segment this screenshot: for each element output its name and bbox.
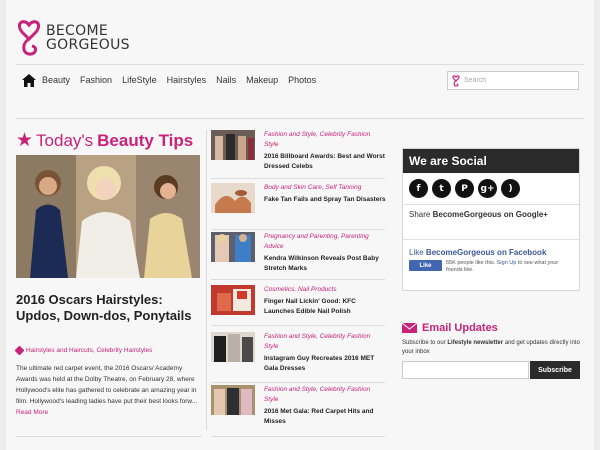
search-box[interactable] bbox=[447, 71, 579, 90]
nav-item-fashion[interactable]: Fashion bbox=[80, 75, 112, 85]
email-description: Subscribe to our Lifestyle newsletter an… bbox=[402, 339, 582, 357]
featured-tags[interactable]: Hairstyles and Haircuts, Celebrity Hairs… bbox=[14, 345, 152, 356]
facebook-like-count: 55K people like this. Sign Up to see wha… bbox=[446, 260, 571, 274]
facebook-like-row: Like 55K people like this. Sign Up to se… bbox=[403, 257, 579, 274]
article-categories[interactable]: Fashion and Style, Celebrity Fashion Sty… bbox=[264, 385, 386, 405]
beauty-tips-heading: ★ Today's Beauty Tips bbox=[16, 131, 193, 151]
nav-divider-top bbox=[16, 64, 584, 65]
article-categories[interactable]: Cosmetics, Nail Products bbox=[264, 285, 386, 295]
article-thumbnail[interactable] bbox=[211, 130, 255, 160]
left-column-divider bbox=[16, 436, 202, 437]
fb-like-prefix: Like bbox=[409, 248, 424, 257]
pinterest-icon[interactable]: P bbox=[455, 179, 474, 198]
nav-item-lifestyle[interactable]: LifeStyle bbox=[122, 75, 157, 85]
envelope-icon bbox=[402, 323, 417, 333]
list-item[interactable]: Body and Skin Care, Self Tanning Fake Ta… bbox=[211, 183, 386, 231]
article-categories[interactable]: Body and Skin Care, Self Tanning bbox=[264, 183, 386, 193]
fb-like-target[interactable]: BecomeGorgeous on Facebook bbox=[426, 248, 546, 257]
article-thumbnail[interactable] bbox=[211, 385, 255, 415]
nav-item-makeup[interactable]: Makeup bbox=[246, 75, 278, 85]
featured-image[interactable] bbox=[16, 155, 200, 278]
article-thumbnail[interactable] bbox=[211, 232, 255, 262]
logo-wordmark: BECOME GORGEOUS bbox=[46, 24, 130, 52]
article-categories[interactable]: Fashion and Style, Celebrity Fashion Sty… bbox=[264, 130, 386, 150]
email-updates-title: Email Updates bbox=[422, 322, 498, 334]
article-categories[interactable]: Pregnancy and Parenting, Parenting Advic… bbox=[264, 232, 386, 252]
read-more-link[interactable]: Read More bbox=[16, 409, 48, 416]
fb-count-a: 55K people like this. bbox=[446, 260, 496, 266]
email-input[interactable] bbox=[402, 361, 529, 379]
column-divider bbox=[206, 130, 207, 430]
subscribe-button[interactable]: Subscribe bbox=[530, 361, 580, 379]
article-headline[interactable]: Finger Nail Lickin' Good: KFC Launches E… bbox=[264, 297, 386, 317]
share-prefix: Share bbox=[409, 210, 431, 219]
article-headline[interactable]: Fake Tan Fails and Spray Tan Disasters bbox=[264, 195, 386, 205]
nav-item-photos[interactable]: Photos bbox=[288, 75, 316, 85]
list-item[interactable]: Fashion and Style, Celebrity Fashion Sty… bbox=[211, 385, 385, 433]
list-divider bbox=[211, 436, 385, 437]
facebook-like-line[interactable]: Like BecomeGorgeous on Facebook bbox=[403, 240, 579, 257]
list-item[interactable]: Pregnancy and Parenting, Parenting Advic… bbox=[211, 232, 385, 280]
google-plus-share[interactable]: Share BecomeGorgeous on Google+ bbox=[403, 205, 579, 219]
social-widget: We are Social f t P g+ ) Share BecomeGor… bbox=[402, 148, 580, 291]
beauty-tips-title-a: Today's bbox=[36, 131, 94, 150]
facebook-icon[interactable]: f bbox=[409, 179, 428, 198]
tag-icon bbox=[14, 345, 25, 356]
nav-item-hairstyles[interactable]: Hairstyles bbox=[167, 75, 207, 85]
fb-signup-link[interactable]: Sign Up bbox=[497, 260, 517, 266]
list-divider bbox=[211, 325, 385, 326]
social-title: We are Social bbox=[403, 149, 579, 173]
featured-excerpt-text: The ultimate red carpet event, the 2016 … bbox=[16, 365, 198, 405]
site-logo[interactable]: BECOME GORGEOUS bbox=[18, 19, 130, 57]
article-thumbnail[interactable] bbox=[211, 183, 255, 213]
share-target[interactable]: BecomeGorgeous on Google+ bbox=[433, 210, 548, 219]
search-input[interactable] bbox=[464, 77, 574, 84]
list-divider bbox=[211, 279, 385, 280]
list-item[interactable]: Fashion and Style, Celebrity Fashion Sty… bbox=[211, 130, 385, 178]
featured-excerpt: The ultimate red carpet event, the 2016 … bbox=[16, 363, 202, 418]
list-divider bbox=[211, 178, 385, 179]
list-divider bbox=[211, 382, 385, 383]
email-updates-heading: Email Updates bbox=[402, 322, 498, 334]
logo-heart-icon bbox=[18, 20, 40, 56]
article-thumbnail[interactable] bbox=[211, 332, 255, 362]
google-plus-icon[interactable]: g+ bbox=[478, 179, 497, 198]
social-icons-row: f t P g+ ) bbox=[403, 173, 579, 198]
home-icon[interactable] bbox=[22, 73, 36, 87]
list-divider bbox=[211, 229, 385, 230]
nav-item-nails[interactable]: Nails bbox=[216, 75, 236, 85]
nav-divider-bottom bbox=[16, 118, 584, 119]
email-text-a: Subscribe to our bbox=[402, 340, 446, 346]
article-headline[interactable]: Instagram Guy Recreates 2016 MET Gala Dr… bbox=[264, 354, 386, 374]
logo-line-2: GORGEOUS bbox=[46, 37, 130, 53]
twitter-icon[interactable]: t bbox=[432, 179, 451, 198]
search-logo-icon bbox=[452, 74, 460, 87]
featured-tags-text[interactable]: Hairstyles and Haircuts, Celebrity Hairs… bbox=[26, 347, 152, 354]
email-text-bold: Lifestyle newsletter bbox=[447, 340, 504, 346]
logo-line-1: BECOME bbox=[46, 23, 108, 39]
main-nav: Beauty Fashion LifeStyle Hairstyles Nail… bbox=[22, 72, 326, 88]
article-headline[interactable]: 2016 Billboard Awards: Best and Worst Dr… bbox=[264, 152, 386, 172]
list-item[interactable]: Fashion and Style, Celebrity Fashion Sty… bbox=[211, 332, 385, 380]
article-categories[interactable]: Fashion and Style, Celebrity Fashion Sty… bbox=[264, 332, 386, 352]
beauty-tips-title-b: Beauty Tips bbox=[97, 131, 194, 150]
facebook-like-button[interactable]: Like bbox=[409, 260, 442, 271]
article-thumbnail[interactable] bbox=[211, 285, 255, 315]
article-headline[interactable]: Kendra Wilkinson Reveals Post Baby Stret… bbox=[264, 254, 386, 274]
rss-icon[interactable]: ) bbox=[501, 179, 520, 198]
page: BECOME GORGEOUS Beauty Fashion LifeStyle… bbox=[6, 0, 594, 450]
star-icon: ★ bbox=[16, 130, 34, 151]
article-headline[interactable]: 2016 Met Gala: Red Carpet Hits and Misse… bbox=[264, 407, 386, 427]
nav-item-beauty[interactable]: Beauty bbox=[42, 75, 70, 85]
featured-title[interactable]: 2016 Oscars Hairstyles: Updos, Down-dos,… bbox=[16, 292, 202, 324]
